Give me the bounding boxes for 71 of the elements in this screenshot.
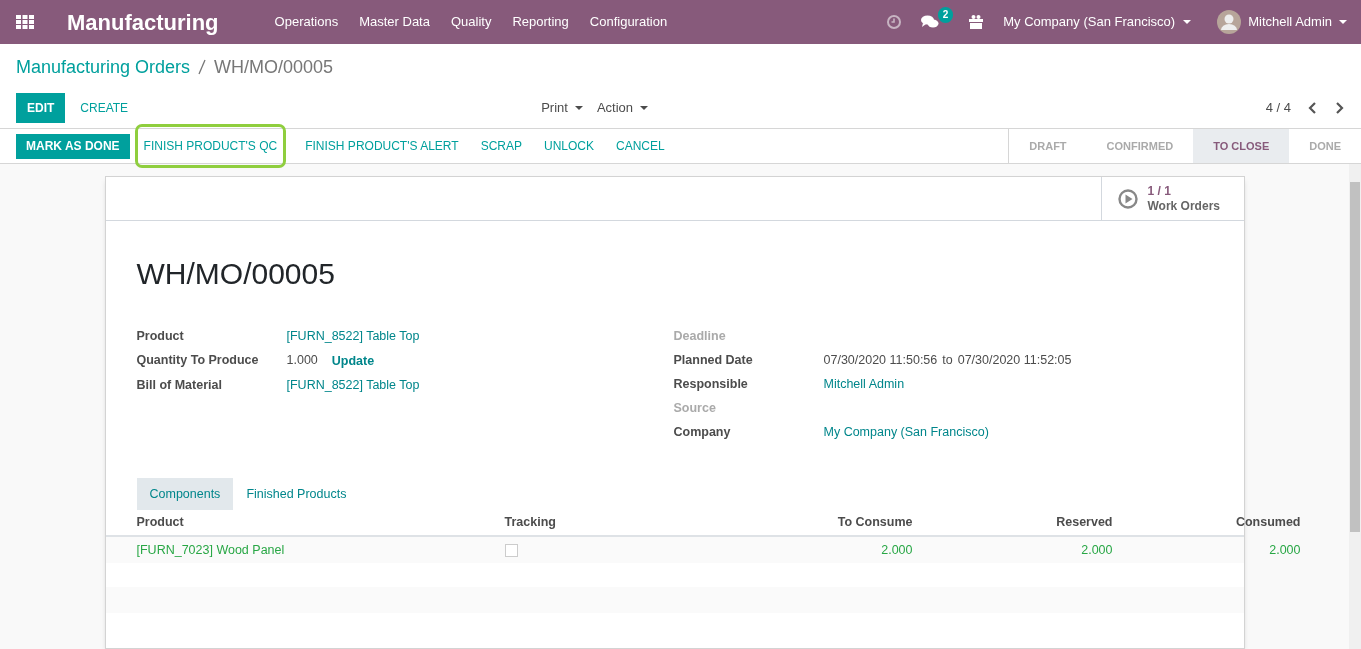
edit-button[interactable]: EDIT xyxy=(16,93,66,123)
company-switcher[interactable]: My Company (San Francisco) xyxy=(1003,12,1192,32)
work-order-count: 1 / 1 xyxy=(1147,183,1172,199)
column-header: To Consume xyxy=(836,514,913,532)
field-link[interactable]: My Company (San Francisco) xyxy=(823,420,989,444)
work-orders-label: Work Orders xyxy=(1147,198,1220,214)
caret-icon[interactable] xyxy=(1183,20,1192,24)
menu-item[interactable]: Reporting xyxy=(512,12,569,32)
workflow-button[interactable]: SCRAP xyxy=(474,133,528,159)
field-value: 1.000 xyxy=(286,352,318,369)
table-cell-text: 2.000 xyxy=(1268,541,1301,559)
caret-icon[interactable] xyxy=(640,106,648,110)
dropdown-button[interactable]: Action xyxy=(596,98,648,118)
column-header: Tracking xyxy=(504,514,557,532)
gift-icon[interactable] xyxy=(969,15,984,29)
apps-menu-icon[interactable] xyxy=(16,15,34,29)
status-stage[interactable]: DRAFT xyxy=(1009,129,1087,163)
caret-icon[interactable] xyxy=(574,106,583,110)
create-button[interactable]: CREATE xyxy=(69,99,140,117)
app-name[interactable]: Manufacturing xyxy=(67,5,219,39)
workflow-button[interactable]: FINISH PRODUCT'S QC xyxy=(137,127,284,165)
update-link[interactable]: Update xyxy=(331,349,375,373)
chat-icon[interactable] xyxy=(921,15,940,29)
field-link[interactable]: Mitchell Admin xyxy=(823,372,905,396)
field-value: 07/30/2020 11:52:05 xyxy=(957,352,1072,369)
field-label: Bill of Material xyxy=(136,377,223,394)
play-circle-icon xyxy=(1117,188,1138,209)
avatar-icon[interactable] xyxy=(1217,10,1242,34)
breadcrumb-link[interactable]: Manufacturing Orders xyxy=(16,53,191,81)
caret-icon[interactable] xyxy=(1339,20,1347,24)
user-menu[interactable]: Mitchell Admin xyxy=(1217,10,1347,34)
column-header: Product xyxy=(136,514,185,532)
field-link[interactable]: [FURN_8522] Table Top xyxy=(286,324,420,348)
next-icon[interactable] xyxy=(1335,102,1345,114)
field-label: Source xyxy=(673,400,717,417)
status-stage[interactable]: TO CLOSE xyxy=(1193,129,1290,163)
workflow-button[interactable]: FINISH PRODUCT'S ALERT xyxy=(299,133,465,159)
status-stage[interactable]: CONFIRMED xyxy=(1086,129,1194,163)
breadcrumb-current: WH/MO/00005 xyxy=(214,55,334,79)
field-label: Quantity To Produce xyxy=(136,352,260,369)
status-stage[interactable]: DONE xyxy=(1289,129,1361,163)
message-count-badge: 2 xyxy=(937,7,954,23)
field-label: Deadline xyxy=(673,328,727,345)
table-cell-text: 2.000 xyxy=(880,541,913,559)
breadcrumb-separator-icon[interactable] xyxy=(198,59,207,75)
field-label: Planned Date xyxy=(673,352,754,369)
notebook-tab[interactable]: Components xyxy=(136,478,234,510)
workflow-button[interactable]: UNLOCK xyxy=(538,133,600,159)
column-header: Reserved xyxy=(1055,514,1113,532)
pager-value: 4 / 4 xyxy=(1265,99,1291,118)
table-cell-text: [FURN_7023] Wood Panel xyxy=(136,541,286,559)
field-label: Company xyxy=(673,424,732,441)
range-separator: to xyxy=(942,352,953,369)
table-cell-text: 2.000 xyxy=(1080,541,1113,559)
clock-icon[interactable] xyxy=(887,15,902,29)
previous-icon[interactable] xyxy=(1307,102,1317,114)
menu-item[interactable]: Operations xyxy=(274,12,339,32)
scrollbar-thumb[interactable] xyxy=(1350,182,1360,532)
field-label: Responsible xyxy=(673,376,749,393)
column-header: Consumed xyxy=(1234,514,1301,532)
field-value: 07/30/2020 11:50:56 xyxy=(823,352,938,369)
workflow-button[interactable]: MARK AS DONE xyxy=(16,133,130,159)
menu-item[interactable]: Quality xyxy=(450,12,492,32)
menu-item[interactable]: Configuration xyxy=(589,12,668,32)
menu-item[interactable]: Master Data xyxy=(359,12,430,32)
workflow-button[interactable]: CANCEL xyxy=(610,133,671,159)
work-orders-button[interactable]: 1 / 1 Work Orders xyxy=(1100,177,1244,220)
record-title: WH/MO/00005 xyxy=(136,256,336,292)
dropdown-button[interactable]: Print xyxy=(541,98,583,118)
field-link[interactable]: [FURN_8522] Table Top xyxy=(286,373,420,397)
field-label: Product xyxy=(136,328,185,345)
